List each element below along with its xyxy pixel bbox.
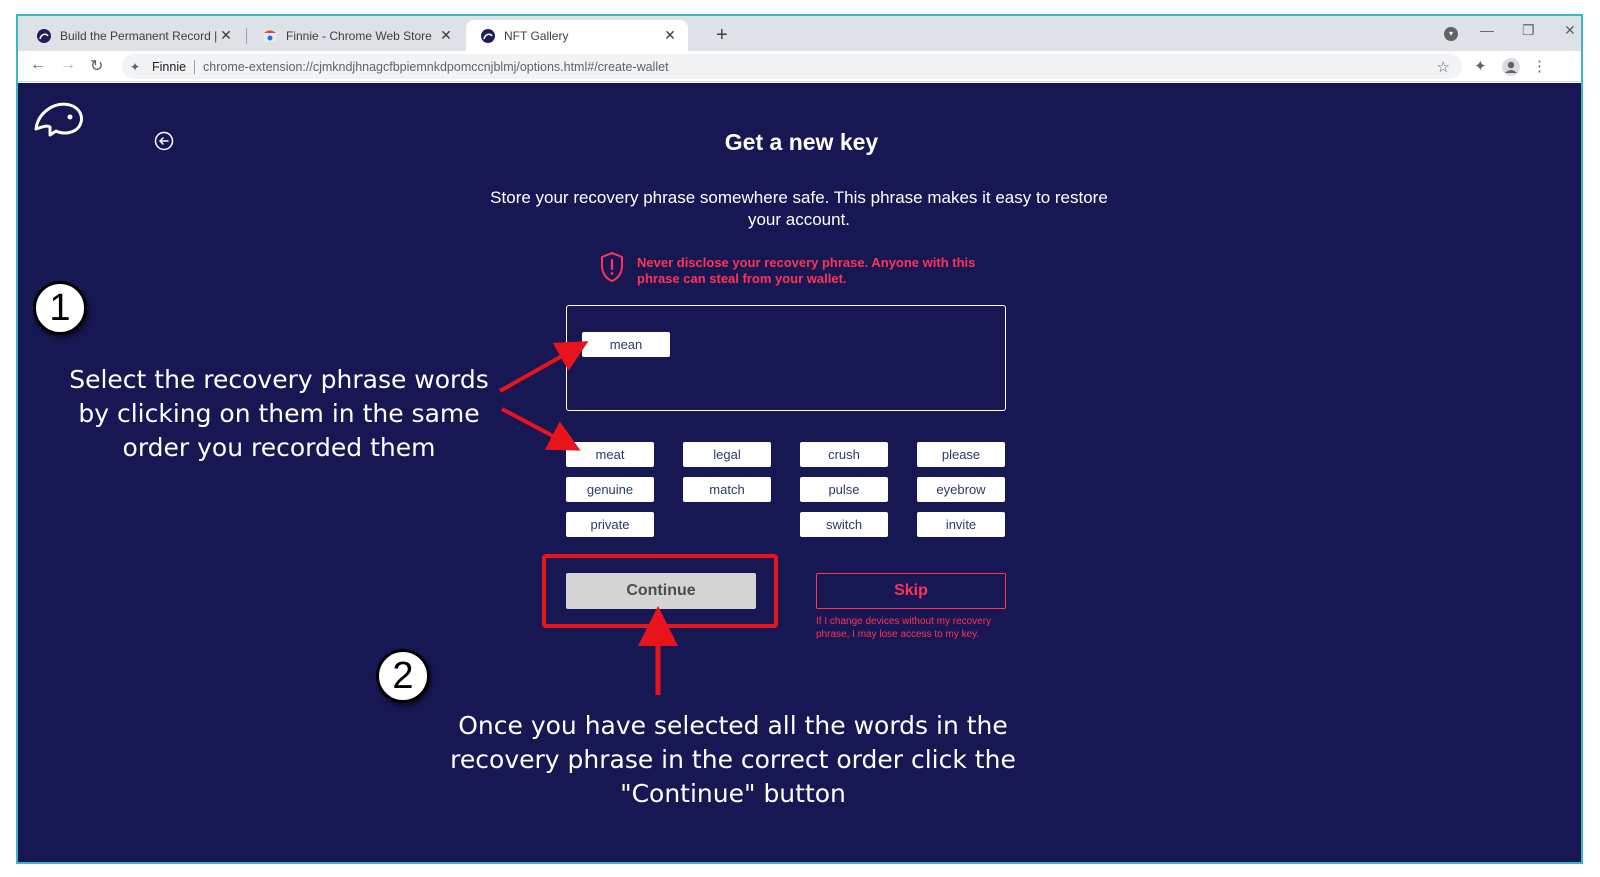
- close-icon[interactable]: ✕: [438, 27, 454, 44]
- kebab-menu-icon[interactable]: ⋮: [1532, 57, 1547, 75]
- omnibox-url: chrome-extension://cjmkndjhnagcfbpiemnkd…: [203, 59, 669, 74]
- minimize-icon[interactable]: —: [1480, 22, 1494, 38]
- screenshot-frame: Build the Permanent Record | Ko ✕ Finnie…: [16, 14, 1583, 864]
- tab-title: Build the Permanent Record | Ko: [60, 28, 218, 43]
- tab-build-permanent-record[interactable]: Build the Permanent Record | Ko ✕: [22, 20, 244, 51]
- word-chip[interactable]: genuine: [566, 477, 654, 502]
- tab-nft-gallery[interactable]: NFT Gallery ✕: [466, 20, 688, 51]
- word-chip[interactable]: crush: [800, 442, 888, 467]
- page-title: Get a new key: [724, 129, 879, 155]
- tab-separator: [246, 28, 247, 44]
- new-tab-button[interactable]: +: [716, 24, 728, 47]
- profile-avatar-icon[interactable]: [1502, 58, 1520, 76]
- restore-icon[interactable]: ❐: [1522, 22, 1535, 39]
- shield-warning-icon: [601, 251, 623, 283]
- tab-title: Finnie - Chrome Web Store: [286, 28, 432, 43]
- close-window-icon[interactable]: ✕: [1564, 22, 1576, 39]
- step2-instruction: Once you have selected all the words in …: [450, 711, 1016, 808]
- tab-strip: Build the Permanent Record | Ko ✕ Finnie…: [18, 16, 1581, 51]
- word-chip[interactable]: private: [566, 512, 654, 537]
- step-badge-1: 1: [33, 281, 87, 335]
- word-chip[interactable]: please: [917, 442, 1005, 467]
- extension-puzzle-icon: ✦: [130, 59, 141, 74]
- browser-toolbar: ← → ↻ ✦ Finnie chrome-extension://cjmknd…: [18, 51, 1581, 82]
- step1-instruction: Select the recovery phrase words by clic…: [69, 365, 489, 462]
- close-icon[interactable]: ✕: [662, 27, 678, 44]
- koii-favicon-icon: [37, 28, 51, 43]
- bookmark-star-icon[interactable]: ☆: [1437, 58, 1450, 76]
- selected-word-chip[interactable]: mean: [582, 332, 670, 357]
- chrome-web-store-icon: [264, 30, 276, 42]
- reload-icon[interactable]: ↻: [90, 56, 103, 76]
- word-chip[interactable]: meat: [566, 442, 654, 467]
- word-chip[interactable]: match: [683, 477, 771, 502]
- arrow-to-word-chips: [501, 407, 581, 451]
- word-chip[interactable]: legal: [683, 442, 771, 467]
- omnibox-site-name: Finnie: [152, 59, 187, 74]
- word-chip[interactable]: invite: [917, 512, 1005, 537]
- selected-phrase-box[interactable]: mean: [566, 305, 1006, 411]
- word-chip[interactable]: eyebrow: [917, 477, 1005, 502]
- tab-title: NFT Gallery: [504, 28, 569, 43]
- step-badge-2: 2: [376, 649, 430, 703]
- page-description: Store your recovery phrase somewhere saf…: [490, 188, 1108, 229]
- tab-search-icon[interactable]: ▾: [1444, 27, 1458, 41]
- warning-text: Never disclose your recovery phrase. Any…: [637, 255, 976, 286]
- close-icon[interactable]: ✕: [218, 27, 234, 44]
- omnibox-separator: [194, 59, 196, 74]
- forward-arrow-icon[interactable]: →: [60, 56, 76, 74]
- tab-finnie-web-store[interactable]: Finnie - Chrome Web Store ✕: [248, 20, 464, 51]
- extensions-puzzle-icon[interactable]: ✦: [1474, 57, 1487, 75]
- skip-note: If I change devices without my recovery …: [816, 616, 992, 640]
- skip-button[interactable]: Skip: [816, 573, 1006, 609]
- extension-page: Get a new key Store your recovery phrase…: [18, 83, 1581, 862]
- word-chip[interactable]: switch: [800, 512, 888, 537]
- koii-favicon-icon: [481, 28, 495, 43]
- address-bar[interactable]: ✦ Finnie chrome-extension://cjmkndjhnagc…: [122, 54, 1462, 79]
- back-arrow-icon[interactable]: ←: [30, 56, 46, 74]
- continue-highlight-frame: [542, 554, 778, 628]
- word-chip[interactable]: pulse: [800, 477, 888, 502]
